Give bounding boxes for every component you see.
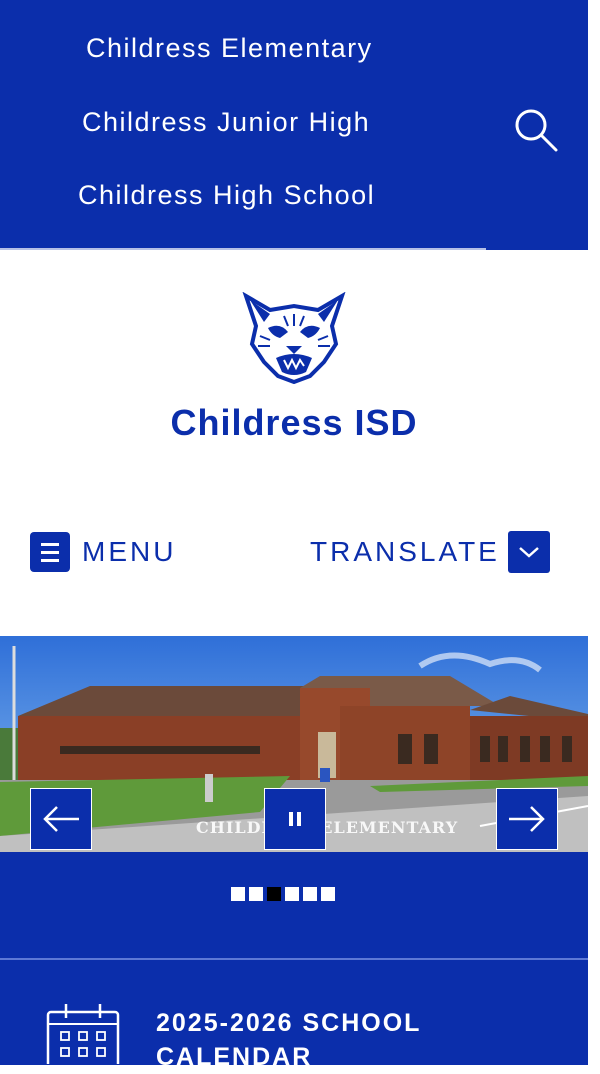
school-link-elementary[interactable]: Childress Elementary — [86, 33, 373, 64]
school-links-bar: Childress Elementary Childress Junior Hi… — [0, 0, 588, 250]
slide-caption: CHILDRESS ELEMENTARY — [196, 818, 459, 837]
translate-button[interactable]: TRANSLATE — [310, 531, 550, 573]
chevron-down-icon — [507, 531, 550, 573]
hamburger-icon — [30, 532, 70, 572]
district-logo[interactable] — [240, 291, 348, 385]
wildcat-logo-icon — [242, 291, 346, 385]
slide-dot[interactable] — [303, 887, 317, 901]
slide-prev-button[interactable] — [30, 788, 92, 850]
slide-dot[interactable] — [267, 887, 281, 901]
district-name[interactable]: Childress ISD — [0, 402, 588, 444]
calendar-icon — [46, 1004, 120, 1070]
slide-dot[interactable] — [249, 887, 263, 901]
divider — [0, 248, 486, 250]
school-calendar-link[interactable]: 2025-2026 SCHOOL CALENDAR — [156, 1006, 486, 1074]
school-link-high-school[interactable]: Childress High School — [78, 180, 375, 211]
slide-dot[interactable] — [285, 887, 299, 901]
slide-dot[interactable] — [231, 887, 245, 901]
slide-indicators — [231, 887, 335, 901]
arrow-left-icon — [43, 806, 79, 832]
pause-icon — [289, 812, 301, 826]
slide-dot[interactable] — [321, 887, 335, 901]
menu-button[interactable]: MENU — [30, 531, 176, 573]
slide-indicator-bar — [0, 852, 588, 958]
search-button[interactable] — [512, 106, 560, 154]
search-icon — [515, 109, 558, 152]
slide-pause-button[interactable] — [264, 788, 326, 850]
arrow-right-icon — [509, 806, 545, 832]
slide-next-button[interactable] — [496, 788, 558, 850]
translate-label: TRANSLATE — [310, 536, 500, 567]
school-link-junior-high[interactable]: Childress Junior High — [82, 107, 370, 138]
menu-label: MENU — [82, 536, 177, 567]
